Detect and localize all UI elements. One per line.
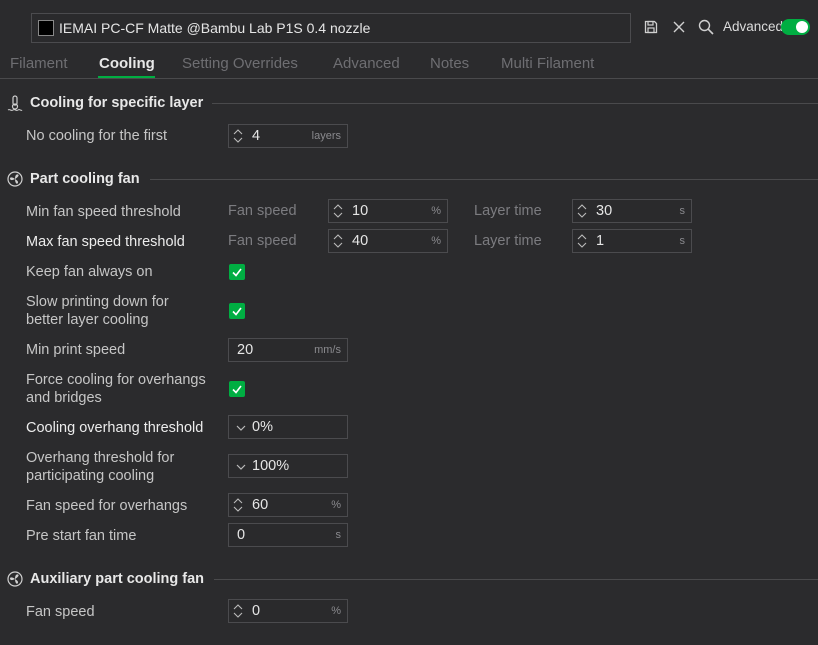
fan-icon (7, 571, 23, 587)
pre-start-fan-input[interactable]: 0 s (228, 523, 348, 547)
slow-down-label-2: better layer cooling (26, 312, 149, 328)
max-fan-threshold-label: Max fan speed threshold (26, 234, 185, 250)
spin-arrows-icon[interactable] (332, 231, 344, 251)
tab-advanced[interactable]: Advanced (333, 55, 400, 72)
filament-color-swatch[interactable] (38, 20, 54, 36)
max-layer-time-sublabel: Layer time (474, 233, 542, 249)
preset-name: IEMAI PC-CF Matte @Bambu Lab P1S 0.4 noz… (59, 20, 371, 36)
chevron-down-icon[interactable] (235, 423, 247, 433)
overhang-participating-combo[interactable]: 100% (228, 454, 348, 478)
min-layer-time-input[interactable]: 30 s (572, 199, 692, 223)
fan-overhangs-input[interactable]: 60 % (228, 493, 348, 517)
spin-arrows-icon[interactable] (332, 201, 344, 221)
chevron-down-icon[interactable] (235, 462, 247, 472)
checkmark-icon (232, 307, 242, 316)
min-layer-time-sublabel: Layer time (474, 203, 542, 219)
min-fan-speed-input[interactable]: 10 % (328, 199, 448, 223)
keep-fan-label: Keep fan always on (26, 264, 153, 280)
overhang-participating-label-2: participating cooling (26, 468, 155, 484)
advanced-label: Advanced (723, 19, 784, 34)
tab-notes[interactable]: Notes (430, 55, 469, 72)
force-cooling-label-1: Force cooling for overhangs (26, 372, 206, 388)
section-divider (212, 103, 818, 104)
aux-fan-speed-input[interactable]: 0 % (228, 599, 348, 623)
min-print-speed-input[interactable]: 20 mm/s (228, 338, 348, 362)
spin-arrows-icon[interactable] (232, 495, 244, 515)
no-cooling-label: No cooling for the first (26, 128, 168, 144)
search-icon[interactable] (698, 19, 714, 35)
overhang-threshold-combo[interactable]: 0% (228, 415, 348, 439)
force-cooling-checkbox[interactable] (229, 381, 245, 397)
active-tab-indicator (98, 76, 155, 78)
spin-arrows-icon[interactable] (576, 201, 588, 221)
section-title-part-fan: Part cooling fan (7, 171, 140, 187)
spin-arrows-icon[interactable] (232, 601, 244, 621)
temperature-icon (7, 95, 23, 111)
section-title-specific-layer: Cooling for specific layer (7, 95, 203, 111)
tab-setting-overrides[interactable]: Setting Overrides (182, 55, 298, 72)
tab-filament[interactable]: Filament (10, 55, 68, 72)
spin-arrows-icon[interactable] (232, 126, 244, 146)
section-divider (150, 179, 818, 180)
keep-fan-checkbox[interactable] (229, 264, 245, 280)
fan-icon (7, 171, 23, 187)
slow-down-label-1: Slow printing down for (26, 294, 169, 310)
tab-cooling[interactable]: Cooling (99, 55, 155, 72)
min-print-speed-label: Min print speed (26, 342, 126, 358)
max-fan-speed-sublabel: Fan speed (228, 233, 297, 249)
section-title-aux-fan: Auxiliary part cooling fan (7, 571, 204, 587)
pre-start-fan-label: Pre start fan time (26, 528, 137, 544)
tab-bar: Filament Cooling Setting Overrides Advan… (0, 50, 818, 79)
preset-selector[interactable]: IEMAI PC-CF Matte @Bambu Lab P1S 0.4 noz… (31, 13, 631, 43)
min-fan-threshold-label: Min fan speed threshold (26, 204, 181, 220)
fan-overhangs-label: Fan speed for overhangs (26, 498, 188, 514)
min-fan-speed-sublabel: Fan speed (228, 203, 297, 219)
spin-arrows-icon[interactable] (576, 231, 588, 251)
advanced-toggle[interactable] (781, 19, 810, 35)
force-cooling-label-2: and bridges (26, 390, 102, 406)
preset-header: IEMAI PC-CF Matte @Bambu Lab P1S 0.4 noz… (0, 0, 818, 50)
tab-multi-filament[interactable]: Multi Filament (501, 55, 594, 72)
max-layer-time-input[interactable]: 1 s (572, 229, 692, 253)
overhang-threshold-label: Cooling overhang threshold (26, 420, 204, 436)
slow-down-checkbox[interactable] (229, 303, 245, 319)
no-cooling-layers-input[interactable]: 4 layers (228, 124, 348, 148)
close-icon[interactable] (671, 19, 687, 35)
overhang-participating-label-1: Overhang threshold for (26, 450, 175, 466)
save-icon[interactable] (643, 19, 659, 35)
checkmark-icon (232, 385, 242, 394)
checkmark-icon (232, 268, 242, 277)
max-fan-speed-input[interactable]: 40 % (328, 229, 448, 253)
section-divider (214, 579, 818, 580)
aux-fan-speed-label: Fan speed (26, 604, 95, 620)
